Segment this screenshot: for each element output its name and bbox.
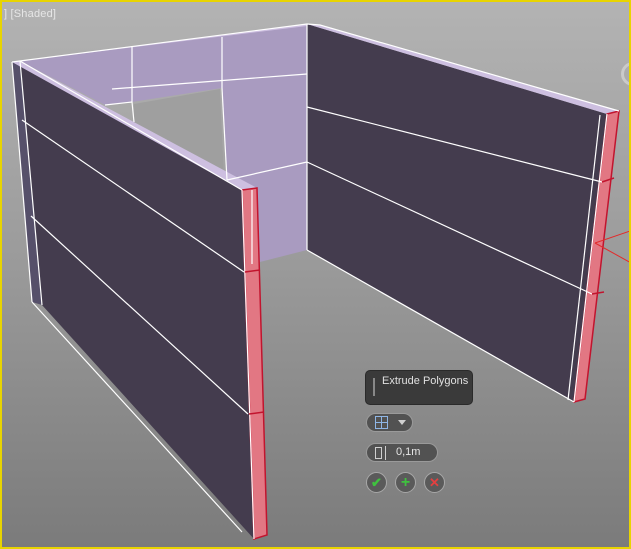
checkmark-icon: ✔	[371, 475, 382, 490]
spinner-divider	[385, 446, 386, 460]
drag-handle-icon[interactable]	[373, 378, 375, 396]
plus-icon: +	[400, 474, 411, 491]
chevron-down-icon	[398, 420, 406, 425]
right-wall-face[interactable]	[307, 24, 607, 402]
scene-3d[interactable]	[2, 2, 631, 549]
apply-and-continue-button[interactable]: +	[395, 472, 416, 493]
height-value[interactable]: 0,1m	[396, 446, 420, 458]
caddy-title-bar[interactable]: Extrude Polygons	[366, 371, 472, 404]
x-icon: ✕	[429, 475, 440, 490]
viewport-label[interactable]: ] [Shaded]	[4, 8, 56, 20]
ok-button[interactable]: ✔	[366, 472, 387, 493]
cancel-button[interactable]: ✕	[424, 472, 445, 493]
height-icon	[375, 447, 382, 459]
extrude-group-icon	[375, 416, 388, 429]
extrude-type-dropdown[interactable]	[366, 413, 413, 432]
extrude-height-spinner[interactable]: 0,1m	[366, 443, 438, 462]
viewport[interactable]: ] [Shaded] Extrude Polygons 0,1m ✔ + ✕	[0, 0, 631, 549]
caddy-title: Extrude Polygons	[382, 375, 469, 387]
